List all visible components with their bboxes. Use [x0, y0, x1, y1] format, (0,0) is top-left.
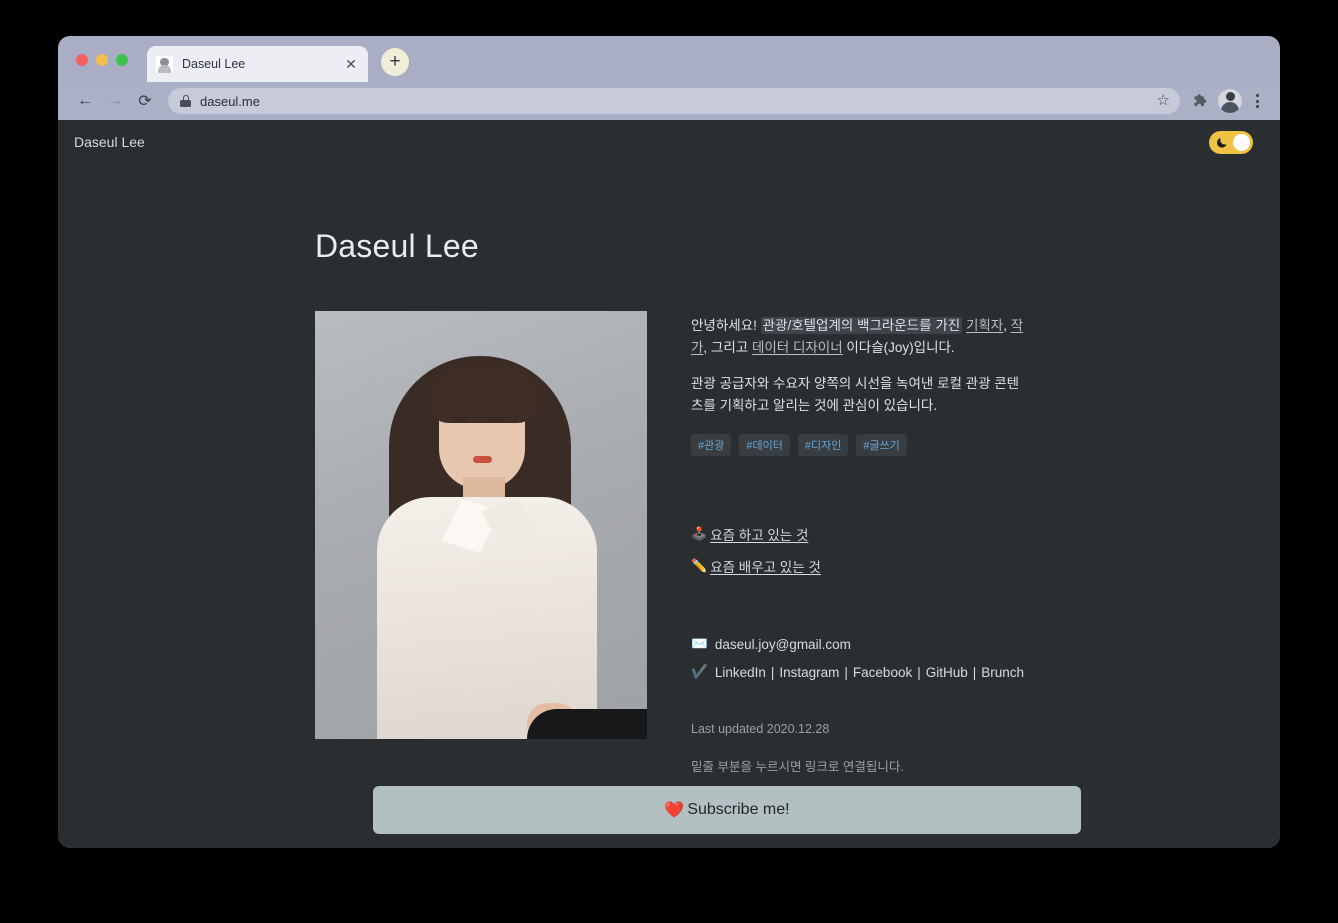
bio-column: 안녕하세요! 관광/호텔업계의 백그라운드를 가진 기획자, 작가, 그리고 데…: [691, 311, 1024, 795]
close-tab-icon[interactable]: ✕: [343, 56, 359, 72]
profile-photo: [315, 311, 647, 739]
link-hint-text: 밑줄 부분을 누르시면 링크로 연결됩니다.: [691, 760, 904, 775]
check-icon: ✔️: [691, 664, 708, 680]
link-current-learning[interactable]: 요즘 배우고 있는 것: [710, 556, 821, 576]
bio-text-outro: 이다슬(Joy)입니다.: [842, 339, 955, 355]
footer-note: Last updated 2020.12.28 밑줄 부분을 누르시면 링크로 …: [691, 722, 1024, 775]
bio-link-data-designer[interactable]: 데이터 디자이너: [752, 340, 843, 355]
envelope-icon: ✉️: [691, 636, 708, 652]
separator: |: [844, 664, 848, 680]
reload-button[interactable]: ⟳: [130, 87, 160, 115]
profile-avatar[interactable]: [1218, 89, 1242, 113]
page-content: Daseul Lee Daseul Lee 안녕하세요! 관광/호텔업계의 백그…: [58, 120, 1280, 848]
social-line: ✔️ LinkedIn | Instagram | Facebook | Git…: [691, 664, 1024, 680]
bookmark-star-icon[interactable]: ☆: [1157, 92, 1170, 110]
profile-row: 안녕하세요! 관광/호텔업계의 백그라운드를 가진 기획자, 작가, 그리고 데…: [315, 311, 1024, 795]
bio-link-planner[interactable]: 기획자: [966, 318, 1003, 333]
extensions-puzzle-icon[interactable]: [1188, 88, 1214, 114]
subscribe-label: Subscribe me!: [687, 801, 790, 818]
tag-item[interactable]: #디자인: [797, 434, 849, 457]
forward-button[interactable]: →: [100, 87, 130, 115]
new-tab-button[interactable]: +: [381, 48, 409, 76]
lock-icon: [180, 95, 191, 107]
link-current-doing[interactable]: 요즘 하고 있는 것: [710, 524, 808, 544]
tag-item[interactable]: #글쓰기: [856, 434, 907, 457]
toggle-knob: [1233, 133, 1250, 151]
list-item: ✏️ 요즘 배우고 있는 것: [691, 556, 1024, 576]
heart-icon: ❤️: [664, 802, 685, 819]
separator: |: [770, 664, 775, 680]
moon-icon: [1216, 136, 1229, 149]
tag-row: #관광 #데이터 #디자인 #글쓰기: [691, 434, 1024, 457]
content-container: Daseul Lee 안녕하세요! 관광/호텔업계의 백그라운드를 가진 기획자…: [315, 164, 1024, 795]
bio-paragraph-1: 안녕하세요! 관광/호텔업계의 백그라운드를 가진 기획자, 작가, 그리고 데…: [691, 315, 1024, 359]
social-link-github[interactable]: GitHub: [926, 665, 968, 680]
contact-block: ✉️ daseul.joy@gmail.com ✔️ LinkedIn | In…: [691, 636, 1024, 680]
activity-link-list: 🕹️ 요즘 하고 있는 것 ✏️ 요즘 배우고 있는 것: [691, 524, 1024, 576]
close-window-button[interactable]: [76, 54, 88, 66]
last-updated-text: Last updated 2020.12.28: [691, 722, 830, 737]
bio-paragraph-2: 관광 공급자와 수요자 양쪽의 시선을 녹여낸 로컬 관광 콘텐츠를 기획하고 …: [691, 375, 1020, 413]
site-header: Daseul Lee: [58, 120, 1280, 164]
social-link-linkedin[interactable]: LinkedIn: [715, 665, 766, 680]
browser-tab[interactable]: Daseul Lee ✕: [147, 46, 368, 82]
back-button[interactable]: ←: [70, 87, 100, 115]
dark-mode-toggle[interactable]: [1209, 130, 1253, 154]
minimize-window-button[interactable]: [96, 54, 108, 66]
social-link-brunch[interactable]: Brunch: [981, 665, 1024, 680]
tag-item[interactable]: #관광: [691, 434, 732, 457]
bio-sep-2: , 그리고: [703, 339, 752, 355]
page-title: Daseul Lee: [315, 228, 479, 264]
social-links: LinkedIn | Instagram | Facebook | GitHub…: [715, 665, 1024, 680]
browser-menu-button[interactable]: [1246, 88, 1268, 114]
tag-item[interactable]: #데이터: [739, 434, 790, 457]
bio-sep-1: ,: [1003, 318, 1011, 333]
bio-highlight: 관광/호텔업계의 백그라운드를 가진: [760, 317, 963, 334]
site-brand[interactable]: Daseul Lee: [74, 134, 145, 150]
address-bar[interactable]: daseul.me ☆: [168, 88, 1180, 114]
separator: |: [972, 664, 977, 680]
email-link[interactable]: daseul.joy@gmail.com: [715, 637, 851, 652]
social-link-instagram[interactable]: Instagram: [779, 665, 839, 680]
subscribe-button[interactable]: ❤️ Subscribe me!: [373, 786, 1081, 834]
separator: |: [917, 664, 921, 680]
pencil-icon: ✏️: [691, 558, 708, 574]
email-line: ✉️ daseul.joy@gmail.com: [691, 636, 1024, 652]
browser-toolbar: ← → ⟳ daseul.me ☆: [58, 82, 1280, 120]
maximize-window-button[interactable]: [116, 54, 128, 66]
social-link-facebook[interactable]: Facebook: [853, 665, 912, 680]
window-traffic-lights: [76, 54, 128, 66]
joystick-icon: 🕹️: [691, 526, 708, 542]
url-text: daseul.me: [200, 93, 260, 109]
tab-title: Daseul Lee: [182, 57, 246, 71]
list-item: 🕹️ 요즘 하고 있는 것: [691, 524, 1024, 544]
tab-strip: Daseul Lee ✕ +: [58, 36, 1280, 82]
browser-window: Daseul Lee ✕ + ← → ⟳ daseul.me ☆ Daseul …: [58, 36, 1280, 848]
bio-text-intro: 안녕하세요!: [691, 318, 761, 333]
tab-favicon-icon: [156, 55, 173, 73]
